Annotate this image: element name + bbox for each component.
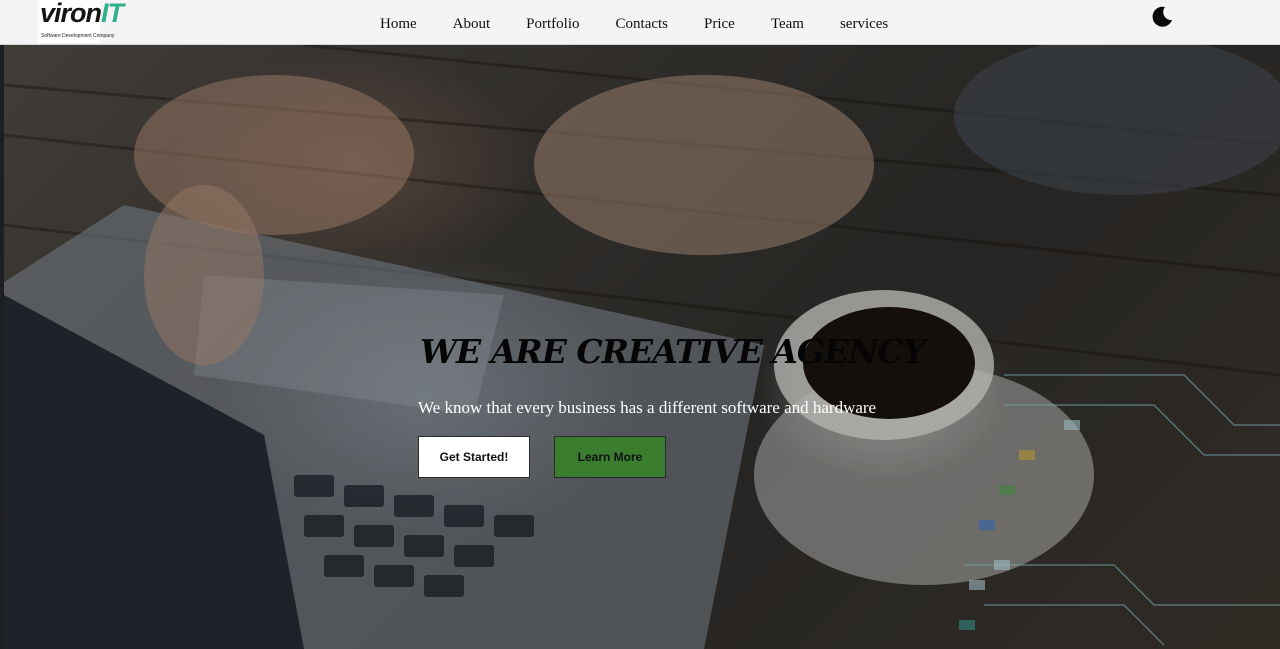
logo[interactable]: vironIT Software Development Company [38,0,124,43]
moon-icon[interactable] [1150,5,1174,29]
nav-link-contacts[interactable]: Contacts [616,16,669,33]
nav-link-services[interactable]: services [840,16,888,33]
hero-subtitle: We know that every business has a differ… [418,398,877,417]
nav-link-portfolio[interactable]: Portfolio [526,16,579,33]
learn-more-button[interactable]: Learn More [554,436,666,478]
nav-link-about[interactable]: About [453,16,491,33]
nav-menu: Home About Portfolio Contacts Price Team… [380,16,924,33]
logo-tagline: Software Development Company [41,33,115,39]
hero-section: WE ARE CREATIVE AGENCY We know that ever… [4,45,1280,649]
hero-title: WE ARE CREATIVE AGENCY [420,332,926,371]
nav-link-home[interactable]: Home [380,16,417,33]
logo-wordmark: vironIT [40,0,124,28]
nav-link-team[interactable]: Team [771,16,804,33]
get-started-button[interactable]: Get Started! [418,436,530,478]
navbar: vironIT Software Development Company Hom… [0,0,1280,45]
nav-link-price[interactable]: Price [704,16,735,33]
